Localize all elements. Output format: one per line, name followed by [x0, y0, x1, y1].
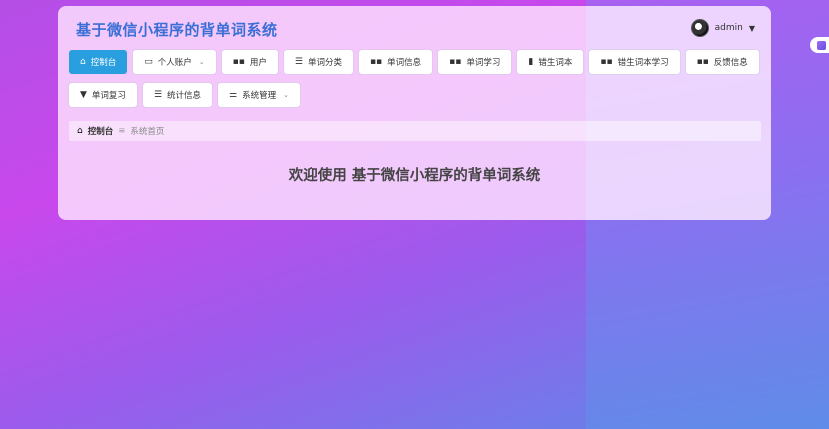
app-title: 基于微信小程序的背单词系统 [76, 21, 278, 39]
chevron-down-icon: ⌄ [283, 91, 289, 99]
chevron-down-icon: ⌄ [198, 58, 205, 66]
main-panel: 基于微信小程序的背单词系统 admin ▼ ⌂ 控制台 ▭ 个人账户 ⌄ ▪▪ … [58, 6, 771, 220]
nav-wrong-word-study[interactable]: ▪▪ 错生词本学习 [589, 50, 680, 74]
nav-label: 个人账户 [157, 58, 192, 68]
nav-label: 错生词本 [538, 58, 573, 68]
floating-tool-button[interactable] [810, 37, 829, 53]
nav-label: 单词学习 [466, 58, 501, 68]
breadcrumb-current: 系统首页 [130, 127, 165, 137]
bar-chart-icon: ▮ [528, 56, 534, 67]
nav-users[interactable]: ▪▪ 用户 [221, 50, 278, 74]
nav-wrong-word-book[interactable]: ▮ 错生词本 [517, 50, 584, 74]
nav-label: 反馈信息 [713, 58, 748, 68]
nav-label: 用户 [249, 58, 267, 68]
nav-row-1: ⌂ 控制台 ▭ 个人账户 ⌄ ▪▪ 用户 ☰ 单词分类 ▪▪ 单词信息 ▪▪ 单… [69, 50, 759, 74]
nav-label: 控制台 [90, 58, 117, 68]
welcome-message: 欢迎使用 基于微信小程序的背单词系统 [288, 168, 541, 184]
list-icon: ☰ [294, 56, 303, 67]
breadcrumb-home[interactable]: 控制台 [88, 125, 114, 137]
pin-icon: ▼ [80, 89, 87, 100]
nav-feedback[interactable]: ▪▪ 反馈信息 [685, 50, 759, 74]
nav-row-2: ▼ 单词复习 ☰ 统计信息 ⚌ 系统管理 ⌄ [69, 83, 300, 107]
nav-label: 统计信息 [167, 91, 202, 101]
nav-label: 单词信息 [387, 58, 422, 68]
nav-word-study[interactable]: ▪▪ 单词学习 [438, 50, 512, 74]
grid-icon: ▪▪ [449, 56, 462, 67]
nav-label: 系统管理 [242, 91, 277, 101]
grid-icon: ▪▪ [232, 56, 245, 67]
breadcrumb-separator: ≡ [118, 126, 126, 136]
tool-icon [816, 40, 826, 50]
wallet-icon: ▭ [144, 56, 153, 67]
home-icon: ⌂ [77, 125, 83, 136]
home-icon: ⌂ [80, 56, 86, 67]
avatar[interactable] [690, 19, 709, 37]
nav-label: 错生词本学习 [617, 58, 669, 68]
sliders-icon: ⚌ [229, 89, 238, 100]
list-icon: ☰ [153, 89, 163, 100]
nav-label: 单词复习 [91, 91, 126, 101]
nav-statistics[interactable]: ☰ 统计信息 [142, 83, 213, 107]
nav-system-management[interactable]: ⚌ 系统管理 ⌄ [218, 83, 300, 107]
nav-personal-account[interactable]: ▭ 个人账户 ⌄ [133, 50, 216, 74]
nav-dashboard[interactable]: ⌂ 控制台 [69, 50, 128, 74]
nav-word-review[interactable]: ▼ 单词复习 [69, 83, 137, 107]
nav-word-info[interactable]: ▪▪ 单词信息 [358, 50, 433, 74]
grid-icon: ▪▪ [600, 56, 613, 67]
breadcrumb: ⌂ 控制台 ≡ 系统首页 [69, 121, 761, 141]
caret-down-icon[interactable]: ▼ [749, 24, 755, 33]
nav-label: 单词分类 [307, 58, 342, 68]
nav-word-category[interactable]: ☰ 单词分类 [283, 50, 353, 74]
grid-icon: ▪▪ [696, 56, 709, 67]
grid-icon: ▪▪ [369, 56, 383, 67]
username[interactable]: admin [715, 23, 743, 33]
user-menu[interactable]: admin ▼ [690, 19, 755, 37]
panel-right-tint [586, 6, 771, 220]
